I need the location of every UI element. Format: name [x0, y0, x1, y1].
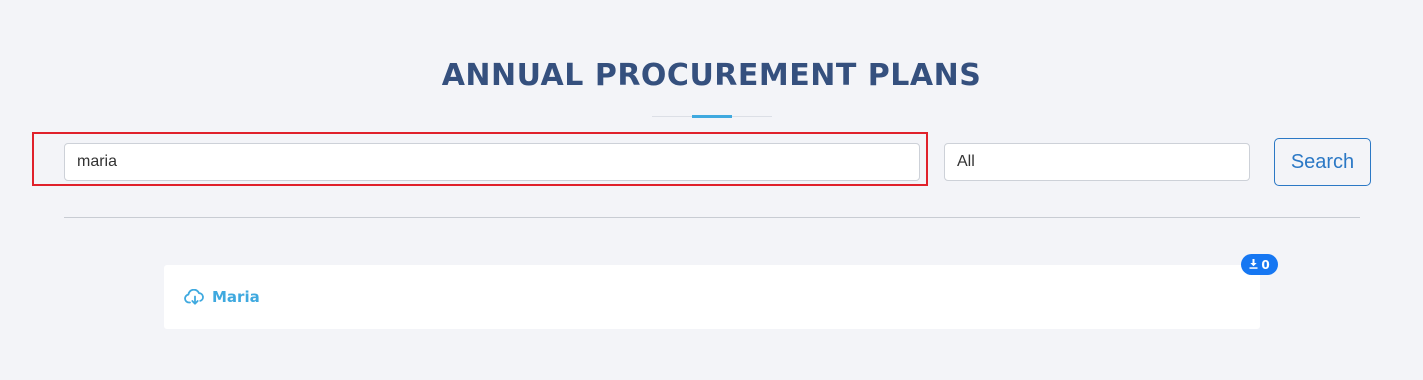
cloud-download-icon — [184, 289, 206, 305]
result-download-link[interactable]: Maria — [184, 265, 260, 329]
result-card: Maria — [164, 265, 1260, 329]
search-button[interactable]: Search — [1274, 138, 1371, 186]
page-title: ANNUAL PROCUREMENT PLANS — [441, 58, 982, 93]
category-select[interactable]: All — [944, 143, 1250, 181]
download-icon — [1249, 258, 1258, 272]
title-underline-accent — [692, 115, 732, 118]
category-select-value: All — [957, 153, 975, 170]
search-input[interactable] — [64, 143, 920, 181]
download-count: 0 — [1261, 257, 1270, 272]
section-divider — [64, 217, 1360, 218]
result-title: Maria — [212, 288, 260, 306]
download-count-badge: 0 — [1241, 254, 1278, 275]
